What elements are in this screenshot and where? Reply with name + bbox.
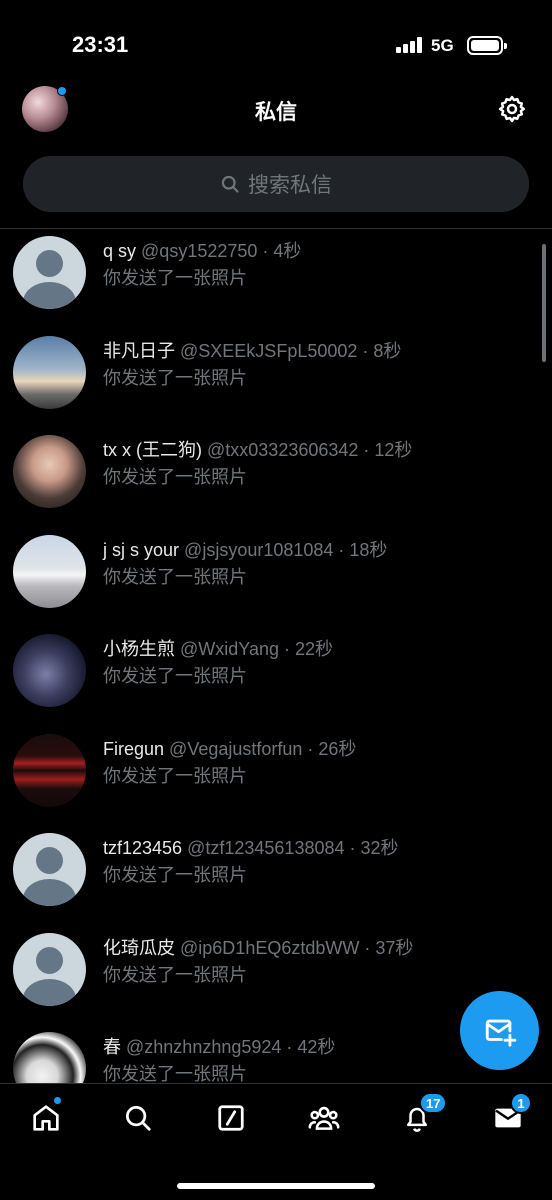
conversation-name: 春 <box>103 1037 121 1057</box>
home-icon <box>33 1105 59 1131</box>
avatar <box>13 634 86 707</box>
conversation-name: 化琦瓜皮 <box>103 937 175 958</box>
settings-gear-icon[interactable] <box>497 94 527 124</box>
conversation-preview: 你发送了一张照片 <box>103 964 247 985</box>
conversation-preview: 你发送了一张照片 <box>103 765 247 786</box>
search-icon <box>221 175 239 193</box>
conversation-row[interactable]: j sj s your @jsjsyour1081084 · 18秒 你发送了一… <box>0 528 552 628</box>
avatar <box>13 435 86 508</box>
tab-messages[interactable]: 1 <box>488 1092 532 1138</box>
conversation-meta: @txx03323606342 · 12秒 <box>207 440 413 460</box>
tab-communities[interactable] <box>304 1098 344 1138</box>
conversation-preview: 你发送了一张照片 <box>103 865 247 885</box>
header: 私信 <box>0 80 552 140</box>
default-avatar <box>13 932 86 1006</box>
page-title: 私信 <box>255 101 297 124</box>
signal-icon <box>396 37 422 53</box>
messages-badge: 1 <box>510 1092 532 1114</box>
default-avatar <box>13 833 86 906</box>
conversation-name: tzf123456 <box>103 838 183 858</box>
notifications-badge: 17 <box>419 1092 448 1114</box>
conversation-preview: 你发送了一张照片 <box>103 268 247 288</box>
conversation-meta: @ip6D1hEQ6ztdbWW · 37秒 <box>180 937 414 958</box>
home-indicator <box>177 1183 375 1189</box>
search-placeholder: 搜索私信 <box>248 174 332 197</box>
communities-icon <box>308 1106 340 1130</box>
unread-dot <box>57 86 67 96</box>
conversation-name: tx x (王二狗) <box>103 440 202 460</box>
conversation-preview: 你发送了一张照片 <box>103 666 247 686</box>
default-avatar <box>13 236 86 309</box>
conversation-meta: @WxidYang · 22秒 <box>180 639 334 659</box>
conversation-name: j sj s your <box>103 539 180 560</box>
network-label: 5G <box>431 36 454 55</box>
home-unread-dot <box>53 1096 62 1105</box>
conversation-name: Firegun <box>103 738 165 759</box>
avatar <box>13 335 86 409</box>
conversation-row[interactable]: q sy @qsy1522750 · 4秒 你发送了一张照片 <box>0 229 552 329</box>
avatar <box>13 733 86 807</box>
conversation-name: 非凡日子 <box>103 340 175 361</box>
battery-icon <box>467 36 507 55</box>
conversation-row[interactable]: Firegun @Vegajustforfun · 26秒 你发送了一张照片 <box>0 727 552 827</box>
status-time: 23:31 <box>72 32 129 57</box>
conversation-row[interactable]: 非凡日子 @SXEEkJSFpL50002 · 8秒 你发送了一张照片 <box>0 329 552 429</box>
conversation-name: 小杨生煎 <box>103 639 175 659</box>
conversation-meta: @qsy1522750 · 4秒 <box>141 241 302 261</box>
conversation-preview: 你发送了一张照片 <box>103 1064 247 1083</box>
conversation-row[interactable]: 小杨生煎 @WxidYang · 22秒 你发送了一张照片 <box>0 627 552 727</box>
avatar <box>13 1032 86 1083</box>
new-message-icon <box>485 1019 516 1047</box>
conversation-preview: 你发送了一张照片 <box>103 566 247 587</box>
status-bar: 23:31 5G <box>0 0 552 90</box>
grok-icon <box>218 1105 244 1131</box>
conversation-meta: @jsjsyour1081084 · 18秒 <box>184 539 388 560</box>
conversation-meta: @Vegajustforfun · 26秒 <box>169 738 357 759</box>
tab-search[interactable] <box>118 1098 158 1138</box>
search-icon <box>126 1106 151 1131</box>
conversation-list[interactable]: q sy @qsy1522750 · 4秒 你发送了一张照片 非凡日子 @SXE… <box>0 229 552 1083</box>
conversation-meta: @SXEEkJSFpL50002 · 8秒 <box>180 340 402 361</box>
conversation-row[interactable]: tx x (王二狗) @txx03323606342 · 12秒 你发送了一张照… <box>0 428 552 528</box>
conversation-preview: 你发送了一张照片 <box>103 467 247 487</box>
tab-notifications[interactable]: 17 <box>397 1092 448 1138</box>
scrollbar[interactable] <box>542 244 546 362</box>
tab-grok[interactable] <box>211 1098 251 1138</box>
conversation-row[interactable]: tzf123456 @tzf123456138084 · 32秒 你发送了一张照… <box>0 826 552 926</box>
new-message-button[interactable] <box>460 991 539 1070</box>
avatar <box>13 534 86 608</box>
conversation-name: q sy <box>103 241 137 261</box>
search-input[interactable]: 搜索私信 <box>23 156 529 212</box>
tab-home[interactable] <box>26 1096 66 1138</box>
conversation-meta: @tzf123456138084 · 32秒 <box>187 838 399 858</box>
conversation-meta: @zhnzhnzhng5924 · 42秒 <box>126 1037 336 1057</box>
conversation-preview: 你发送了一张照片 <box>103 367 247 388</box>
